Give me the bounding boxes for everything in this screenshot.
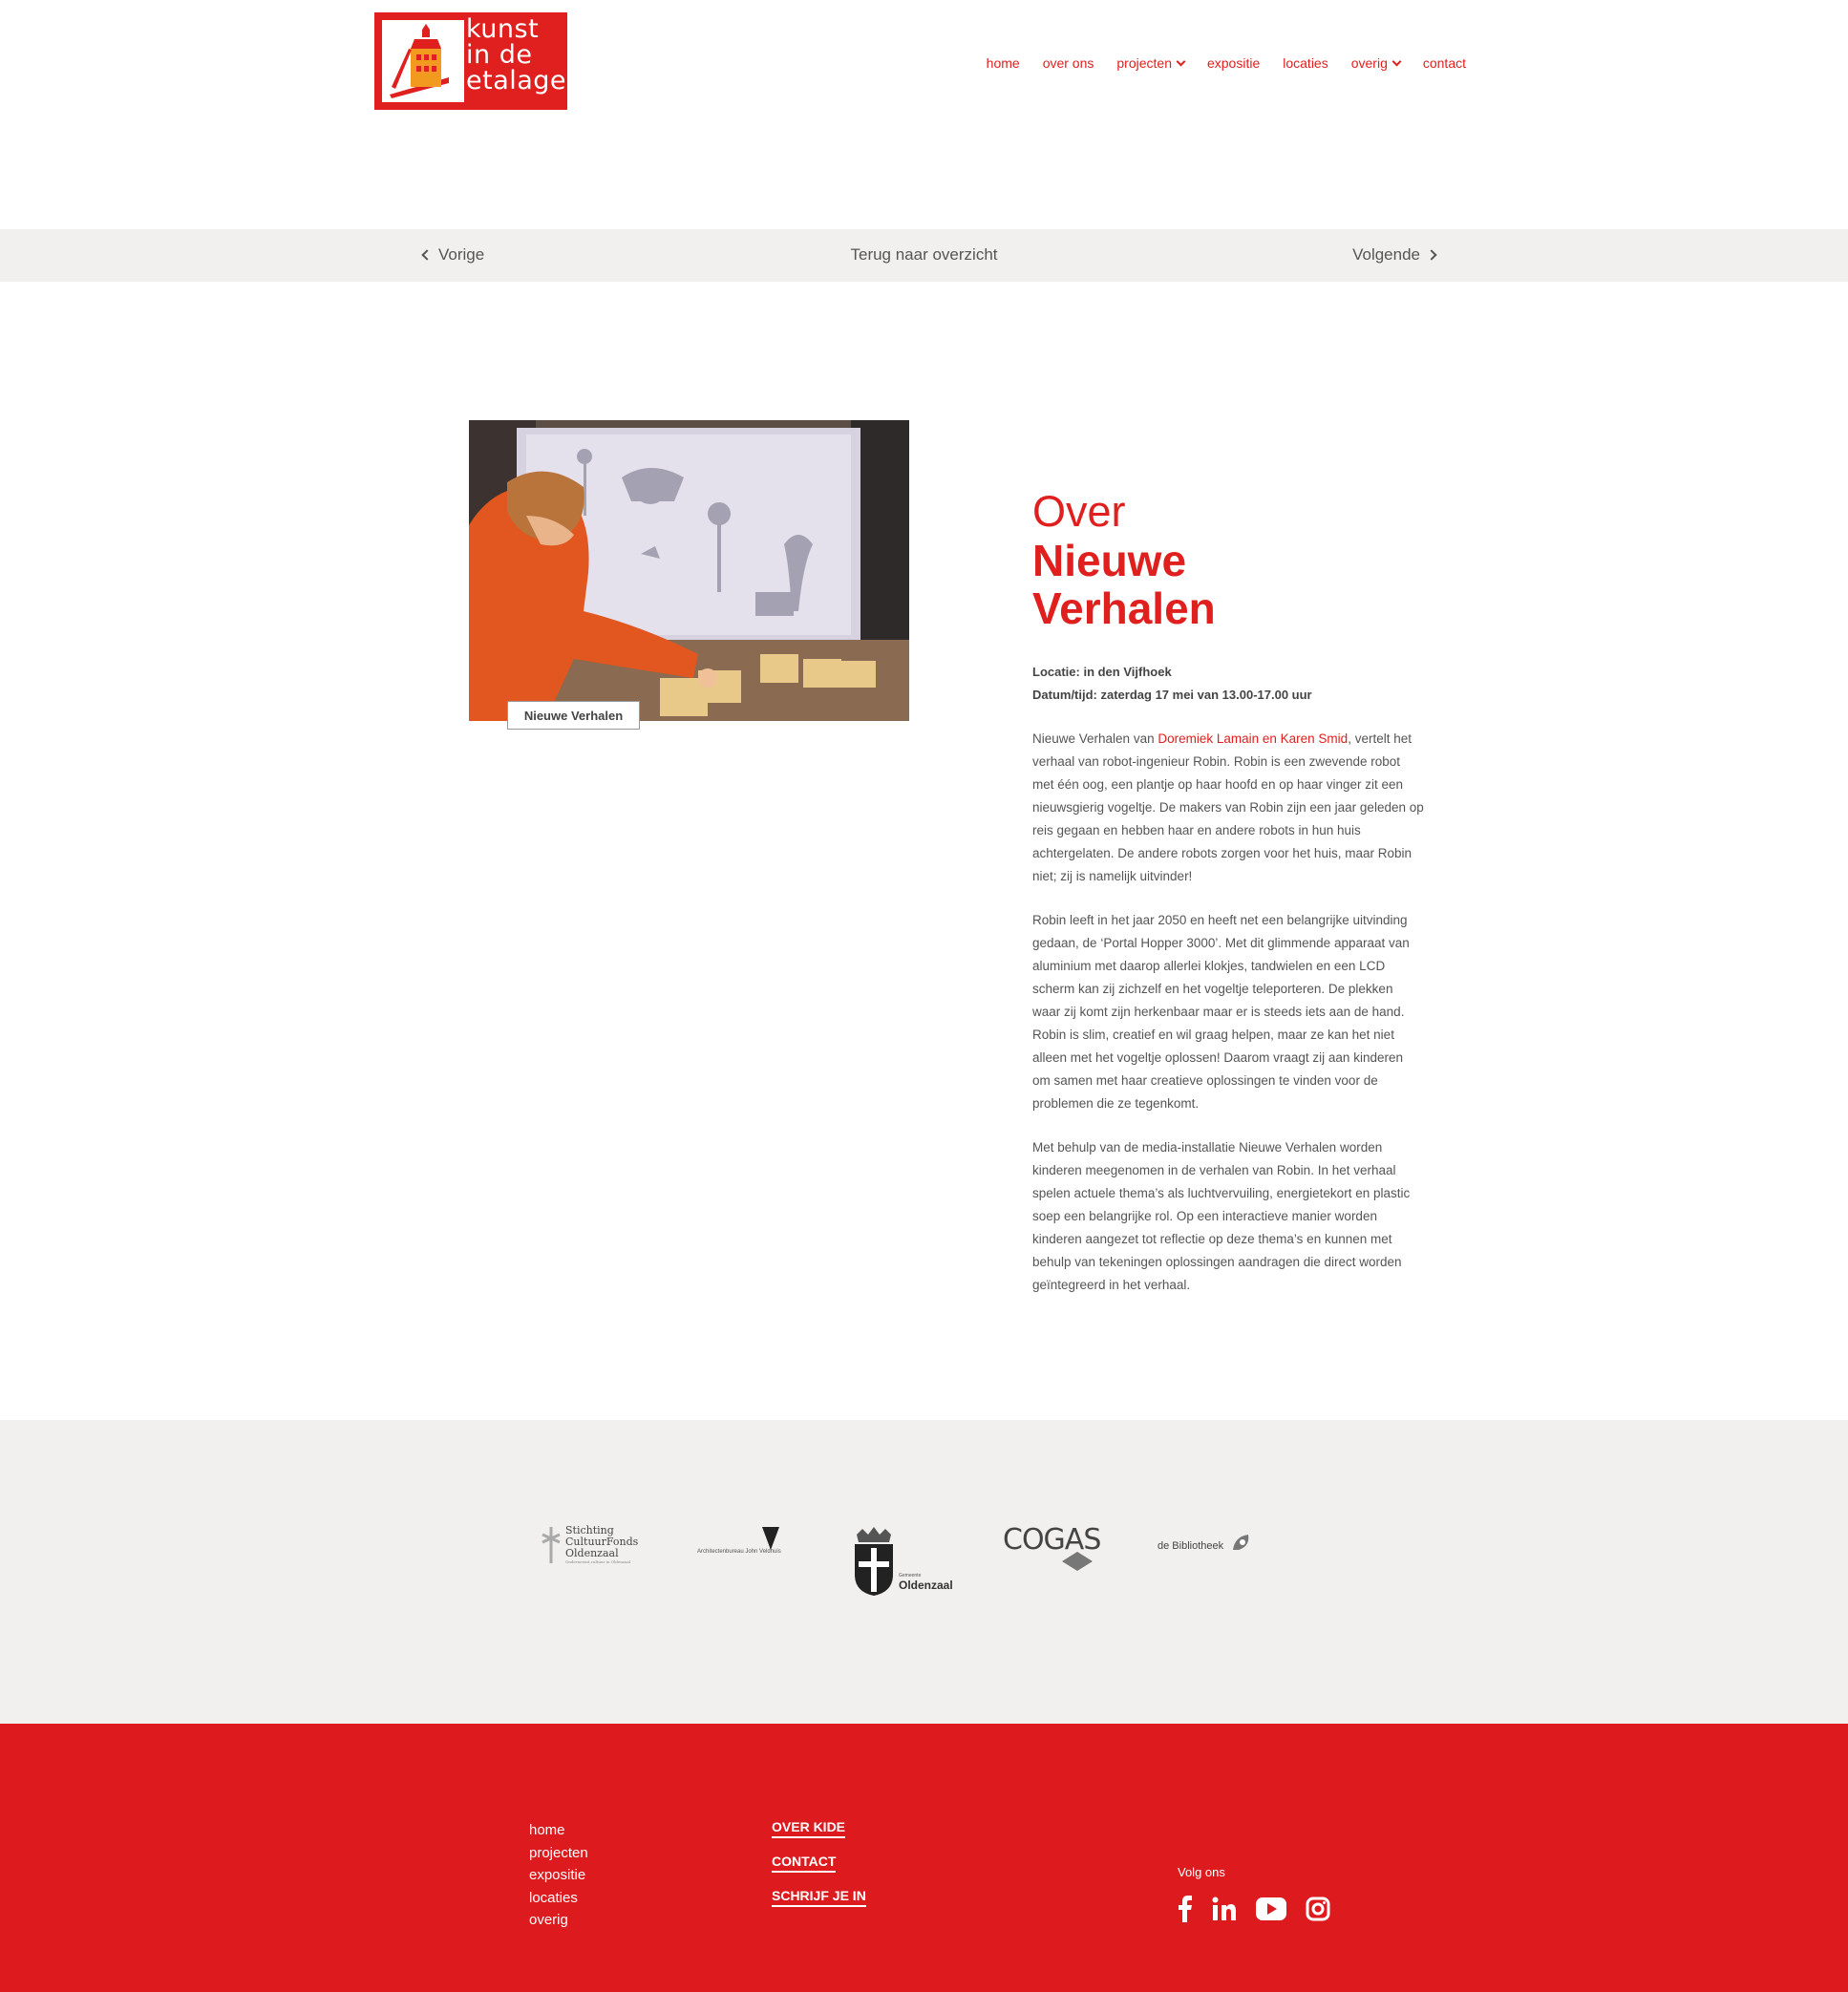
nav-item-over-ons[interactable]: over ons [1043, 55, 1094, 71]
social-label: Volg ons [1178, 1865, 1225, 1879]
artists-link[interactable]: Doremiek Lamain en Karen Smid [1158, 731, 1348, 746]
nav-item-locaties[interactable]: locaties [1283, 55, 1328, 71]
sponsor-oldenzaal-logo[interactable]: Gemeente Oldenzaal [853, 1527, 958, 1599]
nav-item-expositie[interactable]: expositie [1207, 55, 1260, 71]
footer-link-locaties[interactable]: locaties [529, 1887, 588, 1910]
nav-label: over ons [1042, 55, 1094, 71]
over-kide-link[interactable]: OVER KIDE [772, 1819, 846, 1838]
bibliotheek-mark-icon [1233, 1535, 1249, 1550]
pager-prev-label: Vorige [438, 245, 485, 264]
sponsor-architect-logo[interactable]: Architectenbureau John Veldhuis [697, 1527, 797, 1556]
project-content: Over Nieuwe Verhalen Locatie: in den Vij… [1032, 487, 1424, 1297]
previous-link[interactable]: Vorige [421, 245, 485, 265]
schrijf-je-in-link[interactable]: SCHRIJF JE IN [772, 1888, 866, 1907]
diamond-mark-icon [1062, 1552, 1093, 1571]
back-to-overview-link[interactable]: Terug naar overzicht [0, 245, 1848, 265]
nav-label: locaties [1283, 55, 1328, 71]
nav-label: home [986, 55, 1020, 71]
sponsor-cogas-logo[interactable]: COGAS [1003, 1523, 1108, 1571]
next-link[interactable]: Volgende [1352, 245, 1437, 265]
logo-text-line3: etalage [466, 66, 567, 95]
sponsor2-text: Architectenbureau John Veldhuis [697, 1549, 781, 1555]
nav-label: overig [1350, 55, 1388, 71]
project-paragraph-3: Met behulp van de media-installatie Nieu… [1032, 1140, 1411, 1292]
site-header: kunst in de etalage home over ons projec… [0, 0, 1848, 229]
logo-text-line2: in de [466, 40, 533, 70]
contact-link[interactable]: CONTACT [772, 1854, 837, 1873]
instagram-icon[interactable] [1306, 1897, 1330, 1921]
nav-item-projecten[interactable]: projecten [1116, 55, 1186, 71]
logo-building-icon [382, 20, 464, 102]
project-photo [469, 420, 909, 721]
nav-item-overig[interactable]: overig [1350, 55, 1402, 71]
chevron-down-icon [1391, 56, 1402, 66]
sponsor5-text: de Bibliotheek [1158, 1540, 1224, 1552]
nav-label: projecten [1116, 55, 1172, 71]
footer-link-overig[interactable]: overig [529, 1909, 588, 1932]
photo-caption-text: Nieuwe Verhalen [523, 708, 624, 723]
project-location: Locatie: in den Vijfhoek [1032, 665, 1172, 679]
project-paragraph-2: Robin leeft in het jaar 2050 en heeft ne… [1032, 913, 1410, 1111]
cultuurfonds-figure-icon [542, 1527, 561, 1563]
social-links [1178, 1896, 1330, 1922]
logo-text-line1: kunst [466, 14, 540, 44]
footer-nav: home projecten expositie locaties overig [529, 1819, 588, 1932]
project-datetime: Datum/tijd: zaterdag 17 mei van 13.00-17… [1032, 688, 1312, 702]
project-paragraph-1: Nieuwe Verhalen van Doremiek Lamain en K… [1032, 728, 1424, 888]
footer-link-expositie[interactable]: expositie [529, 1864, 588, 1887]
coat-of-arms-icon [855, 1527, 893, 1596]
pager-next-label: Volgende [1352, 245, 1420, 264]
nav-label: expositie [1206, 55, 1261, 71]
sponsors-strip: Stichting CultuurFonds Oldenzaal Onderne… [0, 1420, 1848, 1724]
logo-wordmark: kunst in de etalage [466, 14, 567, 95]
linkedin-icon[interactable] [1212, 1897, 1237, 1921]
chevron-right-icon [1426, 249, 1437, 261]
photo-caption: Nieuwe Verhalen [507, 701, 640, 730]
youtube-icon[interactable] [1256, 1897, 1286, 1920]
sponsor3-text: Oldenzaal [899, 1579, 953, 1592]
para1-text-before: Nieuwe Verhalen van [1032, 731, 1158, 746]
title-line2: Verhalen [1032, 583, 1216, 633]
nav-item-home[interactable]: home [987, 55, 1020, 71]
chevron-left-icon [421, 249, 433, 261]
site-logo[interactable]: kunst in de etalage [374, 12, 567, 110]
chevron-down-icon [1176, 56, 1186, 66]
pager-back-label: Terug naar overzicht [850, 245, 998, 264]
footer-link-home[interactable]: home [529, 1819, 588, 1842]
nav-label: contact [1422, 55, 1466, 71]
footer-cta-list: OVER KIDE CONTACT SCHRIJF JE IN [772, 1819, 866, 1922]
project-meta: Locatie: in den Vijfhoek Datum/tijd: zat… [1032, 661, 1424, 707]
triangle-mark-icon [762, 1527, 779, 1550]
title-line1: Nieuwe [1032, 536, 1187, 585]
title-prefix: Over [1032, 487, 1126, 536]
main-nav: home over ons projecten expositie locati… [964, 55, 1466, 71]
site-footer: home projecten expositie locaties overig… [0, 1724, 1848, 1992]
facebook-icon[interactable] [1178, 1896, 1193, 1922]
para1-text-after: , vertelt het verhaal van robot-ingenieu… [1032, 731, 1424, 883]
nav-item-contact[interactable]: contact [1423, 55, 1466, 71]
sponsor-bibliotheek-logo[interactable]: de Bibliotheek [1158, 1535, 1253, 1563]
sponsor1-tagline: Onderneemt cultuur in Oldenzaal [565, 1559, 631, 1564]
project-pager: Terug naar overzicht Vorige Volgende [0, 229, 1848, 282]
footer-link-projecten[interactable]: projecten [529, 1842, 588, 1865]
sponsor1-line3: Oldenzaal [565, 1547, 619, 1559]
